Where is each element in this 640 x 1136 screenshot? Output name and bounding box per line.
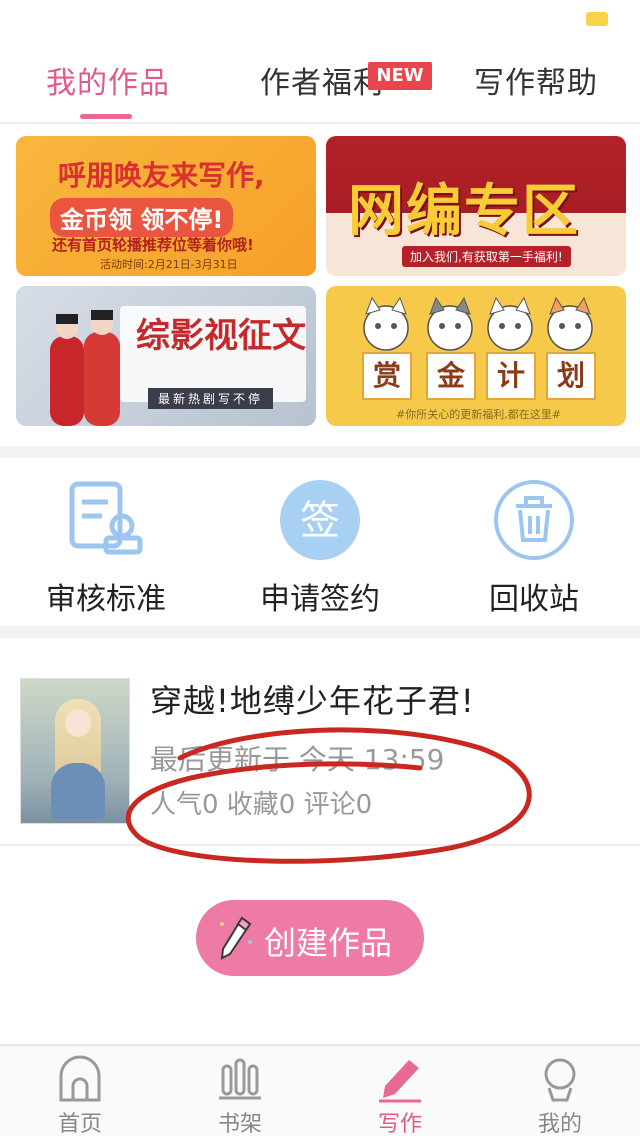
banner-bounty-footer: #你所关心的更新福利,都在这里# — [396, 408, 561, 421]
review-standard-button[interactable]: 审核标准 — [6, 478, 206, 618]
banner-drama-contest[interactable]: 综影视征文 最新热剧写不停 — [16, 286, 316, 426]
review-doc-icon — [69, 481, 143, 555]
profile-icon — [544, 1058, 576, 1102]
bounty-word-1: 赏 — [362, 352, 412, 400]
battery-icon — [586, 12, 608, 26]
top-tab-bar: 我的作品 作者福利 NEW 写作帮助 — [0, 40, 640, 124]
section-divider — [0, 626, 640, 638]
nav-write[interactable]: 写作 — [340, 1054, 460, 1136]
work-last-updated: 最后更新于 今天 13:59 — [150, 743, 445, 776]
recycle-bin-label: 回收站 — [489, 582, 579, 617]
active-tab-indicator — [80, 114, 132, 119]
tab-author-welfare[interactable]: 作者福利 — [260, 58, 384, 102]
pen-icon — [379, 1060, 421, 1103]
nav-home-label: 首页 — [57, 1112, 102, 1136]
banner-drama-subtitle: 最新热剧写不停 — [148, 388, 274, 409]
banner-welfare-date: 活动时间:2月21日-3月31日 — [100, 258, 238, 271]
banner-welfare-coins: 金币领 领不停! — [50, 198, 234, 237]
review-standard-label: 审核标准 — [46, 582, 166, 617]
banner-welfare[interactable]: 呼朋唤友来写作, 金币领 领不停! 还有首页轮播推荐位等着你哦! 活动时间:2月… — [16, 136, 316, 276]
nav-profile[interactable]: 我的 — [500, 1054, 620, 1136]
new-badge: NEW — [368, 62, 432, 90]
nav-home[interactable]: 首页 — [20, 1054, 140, 1136]
section-divider — [0, 446, 640, 458]
banner-net-editor-subtitle: 加入我们,有获取第一手福利! — [402, 246, 571, 267]
nav-profile-label: 我的 — [537, 1112, 582, 1136]
recycle-bin-button[interactable]: 回收站 — [434, 478, 634, 618]
trash-icon — [494, 480, 574, 560]
create-work-label: 创建作品 — [264, 924, 393, 962]
tab-writing-help[interactable]: 写作帮助 — [474, 58, 598, 102]
banner-bounty-plan[interactable]: 赏 金 计 划 #你所关心的更新福利,都在这里# — [326, 286, 626, 426]
nav-write-label: 写作 — [377, 1112, 422, 1136]
tab-my-works[interactable]: 我的作品 — [46, 58, 170, 102]
work-cover-image — [20, 678, 130, 824]
sign-badge-icon: 签 — [280, 480, 360, 560]
nav-bookshelf[interactable]: 书架 — [180, 1054, 300, 1136]
bookshelf-icon — [219, 1058, 261, 1100]
home-icon — [59, 1055, 101, 1102]
apply-contract-label: 申请签约 — [260, 582, 380, 617]
bounty-word-3: 计 — [486, 352, 536, 400]
bounty-word-2: 金 — [426, 352, 476, 400]
banner-drama-title: 综影视征文 — [136, 316, 306, 356]
nav-bookshelf-label: 书架 — [217, 1112, 262, 1136]
work-list-item[interactable]: 穿越!地缚少年花子君! 最后更新于 今天 13:59 人气0 收藏0 评论0 — [0, 638, 640, 864]
bottom-nav-bar: 首页 书架 写作 我的 — [0, 1044, 640, 1136]
sign-badge-text: 签 — [300, 498, 340, 544]
work-stats: 人气0 收藏0 评论0 — [150, 790, 373, 820]
pencil-icon — [220, 916, 252, 960]
banner-welfare-promo: 还有首页轮播推荐位等着你哦! — [52, 236, 254, 254]
banner-welfare-title: 呼朋唤友来写作, — [58, 159, 265, 192]
author-tools: 审核标准 签 申请签约 回收站 — [0, 458, 640, 626]
work-title: 穿越!地缚少年花子君! — [150, 682, 475, 720]
create-work-button[interactable]: 创建作品 — [196, 900, 424, 976]
apply-contract-button[interactable]: 签 申请签约 — [220, 478, 420, 618]
costume-figures-illustration — [50, 310, 120, 426]
banner-net-editor-title: 网编专区 — [348, 179, 580, 244]
bounty-word-4: 划 — [546, 352, 596, 400]
status-bar — [0, 0, 640, 40]
banner-net-editor[interactable]: 网编专区 加入我们,有获取第一手福利! — [326, 136, 626, 276]
